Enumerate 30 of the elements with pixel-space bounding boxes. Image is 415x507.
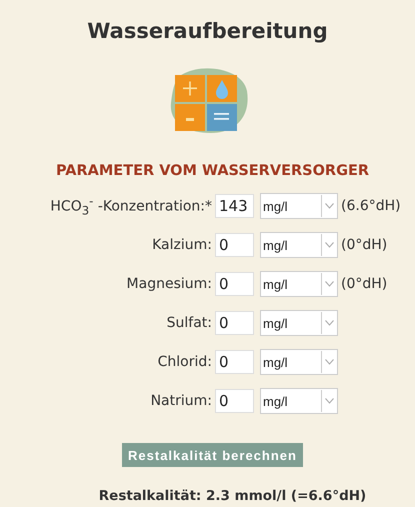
hardness-reading: (6.6°dH) <box>341 198 402 214</box>
unit-dropdown[interactable]: mg/l <box>260 193 338 219</box>
input-field[interactable]: 0 <box>215 233 254 257</box>
chevron-icon <box>325 242 334 248</box>
section-heading: PARAMETER VOM WASSERVERSORGER <box>56 162 370 181</box>
page-title: Wasseraufbereitung <box>87 18 328 45</box>
chevron-icon <box>325 281 334 287</box>
field-label: Kalzium: <box>152 237 212 253</box>
field-label: Natrium: <box>150 393 212 409</box>
input-field[interactable]: 0 <box>215 389 254 413</box>
chevron-icon <box>325 203 334 209</box>
unit-dropdown[interactable]: mg/l <box>260 349 338 375</box>
unit-dropdown[interactable]: mg/l <box>260 310 338 336</box>
input-field[interactable]: 0 <box>215 311 254 335</box>
unit-dropdown[interactable]: mg/l <box>260 388 338 414</box>
field-label: Chlorid: <box>158 354 212 370</box>
field-label: Sulfat: <box>166 315 212 331</box>
chevron-icon <box>325 320 334 326</box>
unit-dropdown[interactable]: mg/l <box>260 232 338 258</box>
hardness-reading: (0°dH) <box>341 276 388 292</box>
input-field[interactable]: 0 <box>215 272 254 296</box>
input-field[interactable]: 0 <box>215 350 254 374</box>
hardness-reading: (0°dH) <box>341 237 388 253</box>
field-label: HCO$_{3}$$^{-}$ -Konzentration:* <box>50 194 212 218</box>
unit-dropdown[interactable]: mg/l <box>260 271 338 297</box>
field-label: Magnesium: <box>126 276 212 292</box>
result-text: Restalkalität: 2.3 mmol/l (=6.6°dH) <box>98 488 366 504</box>
chevron-icon <box>325 398 334 404</box>
input-field[interactable]: 143 <box>215 194 254 218</box>
chevron-icon <box>325 359 334 365</box>
